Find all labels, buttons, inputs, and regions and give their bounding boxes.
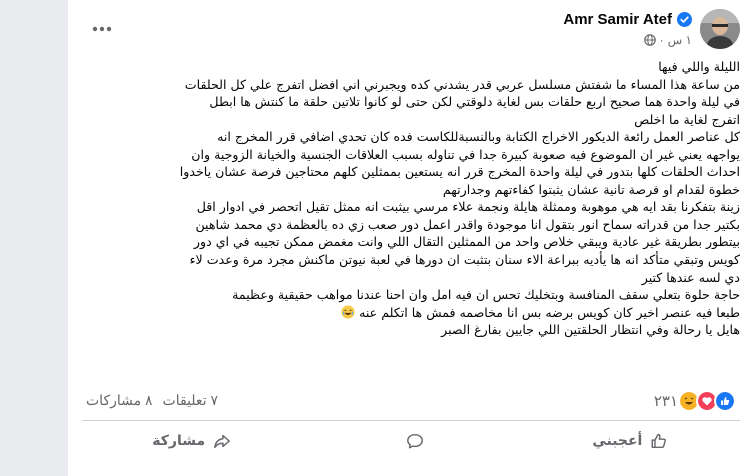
post-line: الليلة واللي فيها: [658, 59, 740, 74]
avatar-photo: [700, 9, 740, 49]
post-line: دي لسه عندها كتير: [641, 269, 740, 285]
comments-count[interactable]: ٧ تعليقات: [163, 392, 218, 409]
post-body: الليلة واللي فيها من ساعة هذا المساء ما …: [80, 58, 740, 339]
meta-dot: ·: [659, 33, 664, 47]
author-avatar[interactable]: [700, 9, 740, 49]
verified-badge-icon: [677, 12, 692, 27]
reactions-summary[interactable]: ٢٣١: [654, 390, 736, 412]
post-header: Amr Samir Atef ١ س ·: [68, 0, 754, 58]
like-label: أعجبني: [592, 433, 643, 449]
like-button[interactable]: أعجبني: [521, 424, 740, 458]
post-line: كل عناصر العمل رائعة الديكور الاخراج الك…: [217, 129, 740, 145]
comment-icon: [407, 433, 423, 449]
share-button[interactable]: مشاركة: [82, 424, 301, 458]
post-line: يواجهه يعني غير ان الموضوع فيه صعوبة كبي…: [191, 146, 740, 162]
post-line: زينة بتفكرنا بقد ايه هي موهوبة وممثلة ها…: [196, 199, 740, 215]
post-time[interactable]: ١ س: [668, 33, 692, 47]
post-stats: ٢٣١ ٧ تعليقات ٨ مشاركات: [68, 385, 754, 415]
post-meta: ١ س ·: [643, 33, 692, 47]
reaction-count: ٢٣١: [653, 393, 678, 410]
post-actions: أعجبني مشاركة: [82, 424, 740, 458]
engagement-counts: ٧ تعليقات ٨ مشاركات: [86, 392, 218, 409]
thumbs-up-icon: [651, 433, 667, 449]
globe-icon: [643, 34, 656, 46]
post-line: بكتير جدا من قدراته سماح انور بتقول انا …: [195, 216, 740, 232]
post-line-with-emoji: طبعا فيه عنصر اخير كان كويس برضه بس انا …: [80, 304, 740, 322]
ellipsis-icon: [92, 26, 112, 32]
more-options-button[interactable]: [90, 20, 114, 38]
share-arrow-icon: [214, 434, 231, 449]
post-line: اتفرج لغاية ما اخلص: [634, 111, 740, 127]
post-line: في ليلة واحدة هما صحيح اربع حلقات بس لغا…: [209, 94, 740, 110]
post-line: حاجة حلوة بتعلي سقف المنافسة وبتخليك تحس…: [232, 287, 740, 303]
author-name[interactable]: Amr Samir Atef: [563, 11, 672, 28]
comment-button[interactable]: [301, 424, 520, 458]
post-line-text: طبعا فيه عنصر اخير كان كويس برضه بس انا …: [359, 304, 740, 320]
actions-divider: [82, 420, 740, 421]
like-reaction-icon: [714, 390, 736, 412]
shares-count[interactable]: ٨ مشاركات: [86, 392, 153, 409]
post-line: احداث الحلقات كلها بتدور في ليلة واحدة ا…: [179, 164, 740, 180]
post-line: هايل يا رحالة وفي انتظار الحلقتين اللي ج…: [441, 322, 740, 338]
post-line: بيتطور بطريقة غير عادية ويبقي خلاص واحد …: [193, 234, 740, 250]
post-line: خطوة لقدام او فرصة تانية عشان يثبتوا كفا…: [442, 181, 740, 197]
post-line: من ساعة هذا المساء ما شفتش مسلسل عربي قد…: [184, 76, 740, 92]
author-line: Amr Samir Atef: [563, 11, 692, 28]
laughing-emoji-icon: [341, 305, 355, 319]
reaction-icons: [678, 390, 736, 412]
share-label: مشاركة: [152, 433, 206, 449]
post-card: Amr Samir Atef ١ س · الليلة واللي فيها م…: [68, 0, 754, 476]
post-line: كويس وتبقي متأكد انه ها يأديه ببراعة الا…: [189, 252, 740, 268]
